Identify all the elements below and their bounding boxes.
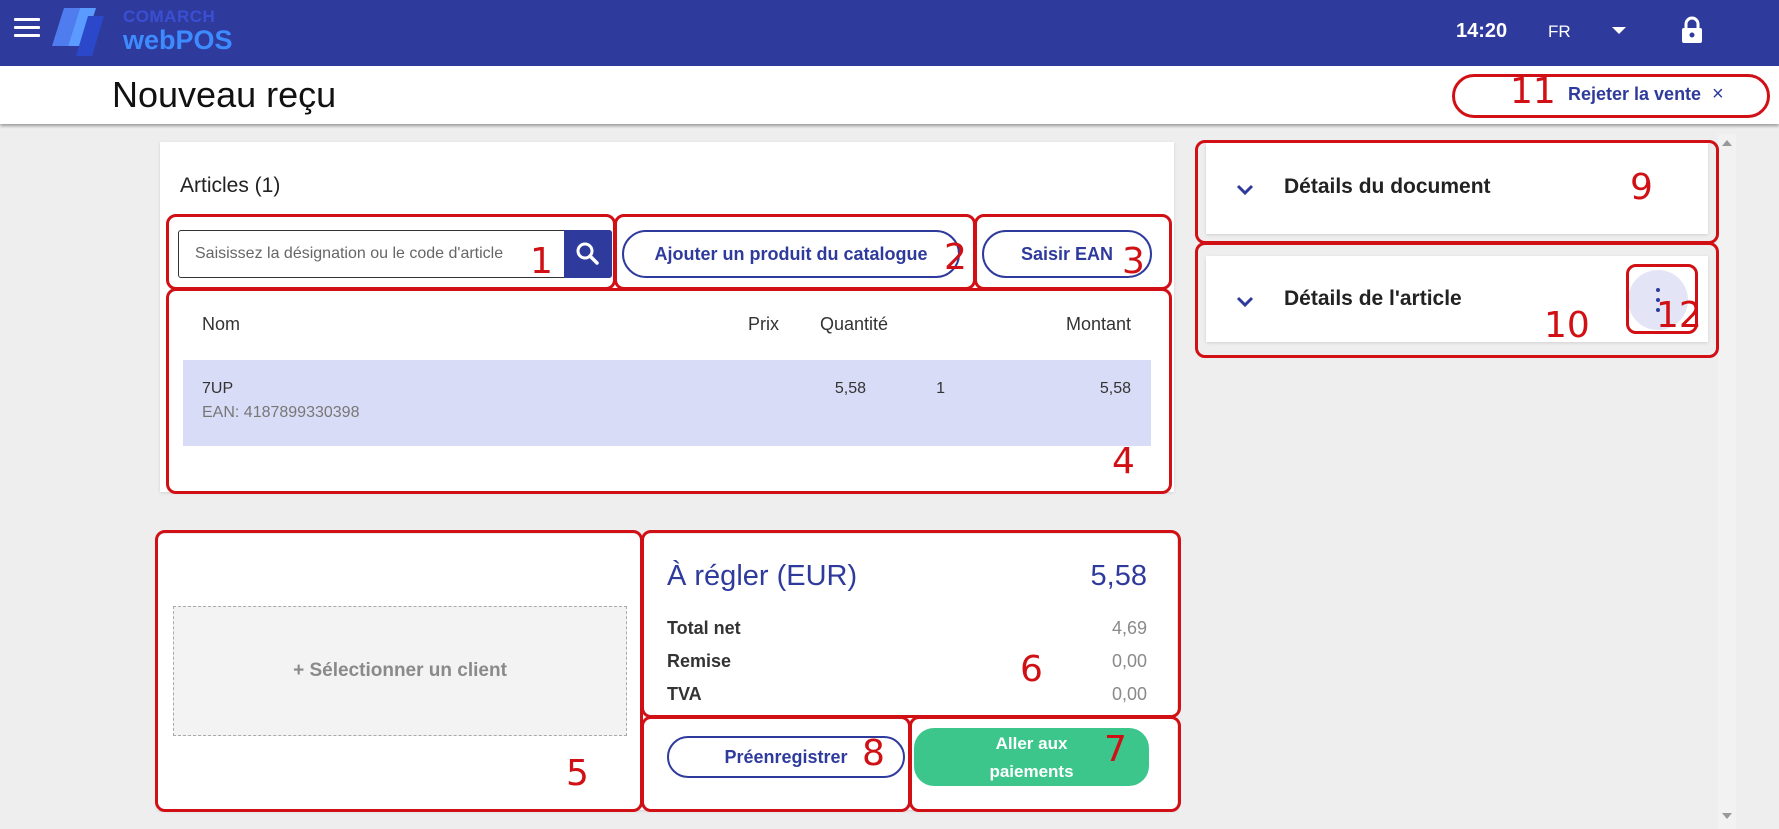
amount-due-title: À régler (EUR): [667, 560, 858, 592]
pay-button-line2: paiements: [989, 762, 1074, 781]
scroll-down-icon[interactable]: [1722, 813, 1732, 819]
reject-sale-button[interactable]: Rejeter la vente: [1568, 84, 1701, 105]
search-button[interactable]: [564, 230, 612, 278]
scroll-up-icon[interactable]: [1722, 140, 1732, 146]
language-selector[interactable]: FR: [1548, 22, 1571, 42]
page-title: Nouveau reçu: [112, 74, 337, 115]
more-options-icon[interactable]: [1628, 270, 1688, 330]
article-details-title: Détails de l'article: [1284, 287, 1462, 310]
article-details-panel[interactable]: Détails de l'article: [1206, 256, 1708, 342]
app-logo: COMARCH webPOS: [123, 8, 233, 54]
column-header-amount: Montant: [1065, 314, 1131, 334]
articles-title: Articles (1): [180, 174, 281, 197]
comarch-logo-icon: [52, 8, 104, 56]
item-quantity: 1: [936, 380, 945, 397]
article-search: [178, 230, 612, 278]
logo-brand: COMARCH: [123, 7, 216, 26]
summary-card: + Sélectionner un client À régler (EUR) …: [157, 534, 1177, 810]
go-to-payments-button[interactable]: Aller aux paiements: [914, 728, 1149, 786]
clock: 14:20: [1456, 20, 1508, 42]
item-price: 5,58: [834, 380, 866, 397]
column-header-quantity: Quantité: [820, 314, 889, 334]
item-name: 7UP: [202, 380, 234, 397]
item-ean: EAN: 4187899330398: [202, 404, 360, 421]
item-amount: 5,58: [1099, 380, 1131, 397]
search-icon: [576, 242, 599, 265]
lock-icon[interactable]: [1680, 16, 1704, 44]
total-net-label: Total net: [667, 618, 741, 638]
preregister-button[interactable]: Préenregistrer: [667, 736, 905, 778]
document-details-title: Détails du document: [1284, 175, 1491, 198]
chevron-down-icon[interactable]: [1612, 27, 1626, 34]
total-net-value: 4,69: [1111, 618, 1147, 638]
discount-value: 0,00: [1111, 651, 1147, 671]
article-search-input[interactable]: [179, 231, 563, 277]
app-header: COMARCH webPOS 14:20 FR: [0, 0, 1779, 66]
amount-due-value: 5,58: [1090, 560, 1147, 592]
add-from-catalog-button[interactable]: Ajouter un produit du catalogue: [622, 230, 960, 278]
table-row[interactable]: 7UP EAN: 4187899330398 5,58 1 5,58: [183, 360, 1151, 446]
menu-icon[interactable]: [14, 18, 40, 40]
logo-product: webPOS: [123, 25, 233, 55]
chevron-down-icon[interactable]: [1236, 296, 1254, 308]
chevron-down-icon[interactable]: [1236, 184, 1254, 196]
articles-card: Articles (1) Ajouter un produit du catal…: [160, 142, 1174, 492]
close-icon[interactable]: ×: [1712, 83, 1724, 106]
vat-label: TVA: [667, 684, 702, 704]
title-bar: Nouveau reçu Rejeter la vente ×: [0, 66, 1779, 124]
select-client-button[interactable]: + Sélectionner un client: [173, 606, 627, 736]
column-header-price: Prix: [748, 314, 779, 334]
enter-ean-button[interactable]: Saisir EAN: [982, 230, 1152, 278]
column-header-name: Nom: [202, 314, 241, 334]
document-details-panel[interactable]: Détails du document: [1206, 142, 1708, 234]
vertical-scrollbar[interactable]: [1718, 134, 1736, 829]
vat-value: 0,00: [1111, 684, 1147, 704]
pay-button-line1: Aller aux: [995, 734, 1068, 753]
discount-label: Remise: [667, 651, 732, 671]
